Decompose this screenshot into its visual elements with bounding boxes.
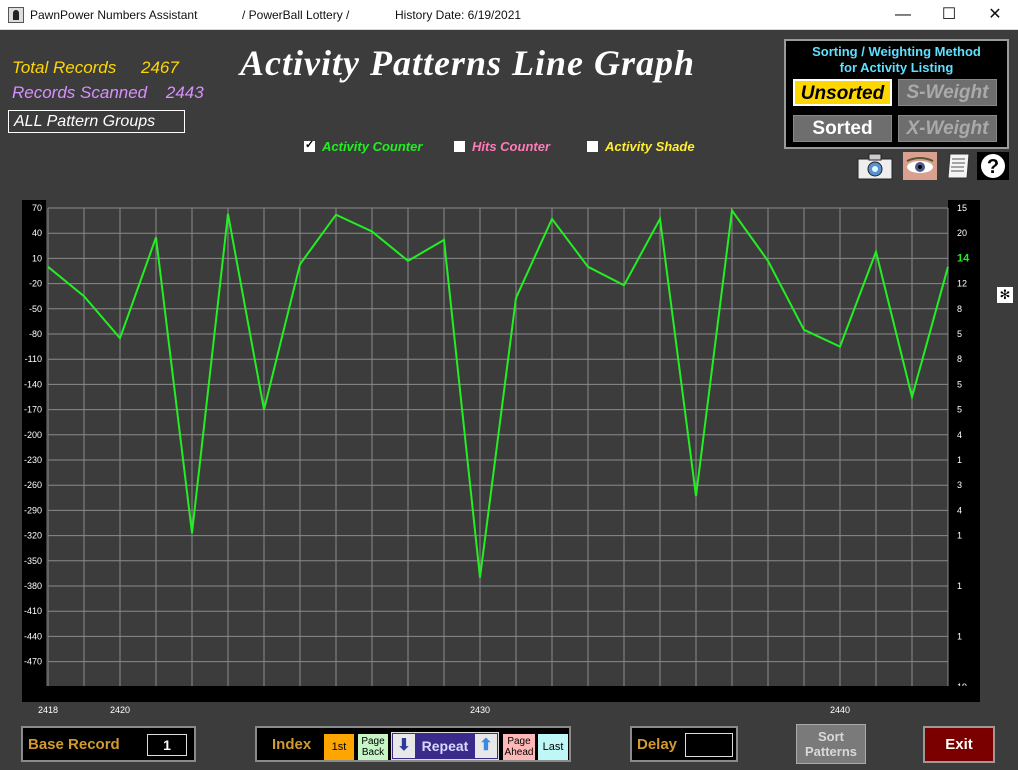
y-right-tick-label: 8 <box>957 354 962 364</box>
y-left-tick-label: -380 <box>24 581 42 591</box>
y-right-tick-label: 15 <box>957 203 967 213</box>
base-record-label: Base Record <box>28 736 120 753</box>
y-right-tick-label: 5 <box>957 379 962 389</box>
repeat-up-icon: ⬆ <box>475 734 497 758</box>
right-axis-band <box>948 200 980 686</box>
y-left-tick-label: -50 <box>29 304 42 314</box>
page-ahead-button[interactable]: Page Ahead <box>503 734 535 760</box>
y-right-tick-label: 4 <box>957 430 962 440</box>
y-right-tick-label: 12 <box>957 279 967 289</box>
y-right-tick-label: 1 <box>957 581 962 591</box>
y-right-tick-label: 3 <box>957 480 962 490</box>
y-left-tick-label: -290 <box>24 505 42 515</box>
record-axis-band <box>22 686 980 702</box>
index-label: Index <box>272 736 312 753</box>
record-number-label: 2440 <box>830 705 850 715</box>
delay-input[interactable] <box>685 733 733 757</box>
y-left-tick-label: -410 <box>24 606 42 616</box>
last-button[interactable]: Last <box>538 734 568 760</box>
repeat-button[interactable]: ⬇ Repeat ⬆ <box>391 732 499 760</box>
y-left-tick-label: -80 <box>29 329 42 339</box>
y-left-tick-label: 70 <box>32 203 42 213</box>
y-left-tick-label: -20 <box>29 279 42 289</box>
y-right-tick-label: 14 <box>957 252 970 264</box>
activity-counter-line <box>47 207 949 578</box>
y-left-tick-label: -200 <box>24 430 42 440</box>
record-number-labels: 2418 2420 2430 2440 <box>38 705 850 715</box>
y-left-tick-label: -260 <box>24 480 42 490</box>
y-left-tick-label: -350 <box>24 556 42 566</box>
y-right-tick-label: 1 <box>957 531 962 541</box>
chart-grid <box>47 207 949 686</box>
activity-line-chart: 70 40 10 -20 -50 -80 -110 -140 -170 -200 -230 -260 -… <box>22 200 980 699</box>
delay-panel: Delay <box>630 726 738 762</box>
base-record-panel: Base Record 1 <box>21 726 196 762</box>
delay-label: Delay <box>637 736 678 753</box>
y-right-tick-label: 5 <box>957 329 962 339</box>
first-button[interactable]: 1st <box>324 734 354 760</box>
y-left-tick-label: -140 <box>24 379 42 389</box>
base-record-input[interactable]: 1 <box>147 734 187 756</box>
y-left-tick-label: -320 <box>24 531 42 541</box>
y-left-tick-label: -440 <box>24 631 42 641</box>
exit-button[interactable]: Exit <box>923 726 995 763</box>
record-number-label: 2430 <box>470 705 490 715</box>
repeat-label: Repeat <box>421 738 469 754</box>
y-left-tick-label: 40 <box>32 228 42 238</box>
y-right-tick-label: 1 <box>957 631 962 641</box>
y-right-tick-label: 8 <box>957 304 962 314</box>
y-right-tick-label: 5 <box>957 405 962 415</box>
sort-patterns-button[interactable]: Sort Patterns <box>796 724 866 764</box>
navigation-panel: Index 1st Page Back ⬇ Repeat ⬆ Page Ahea… <box>255 726 571 762</box>
y-right-tick-label: 20 <box>957 228 967 238</box>
repeat-down-icon: ⬇ <box>393 734 415 758</box>
record-number-label: 2420 <box>110 705 130 715</box>
y-left-tick-label: -470 <box>24 657 42 667</box>
y-left-tick-label: -170 <box>24 405 42 415</box>
y-left-tick-label: -110 <box>25 354 42 364</box>
y-left-tick-label: 10 <box>32 253 42 263</box>
y-left-tick-label: -230 <box>24 455 42 465</box>
y-right-tick-label: 1 <box>957 455 962 465</box>
record-number-label: 2418 <box>38 705 58 715</box>
y-right-tick-label: 4 <box>957 505 962 515</box>
page-back-button[interactable]: Page Back <box>358 734 388 760</box>
